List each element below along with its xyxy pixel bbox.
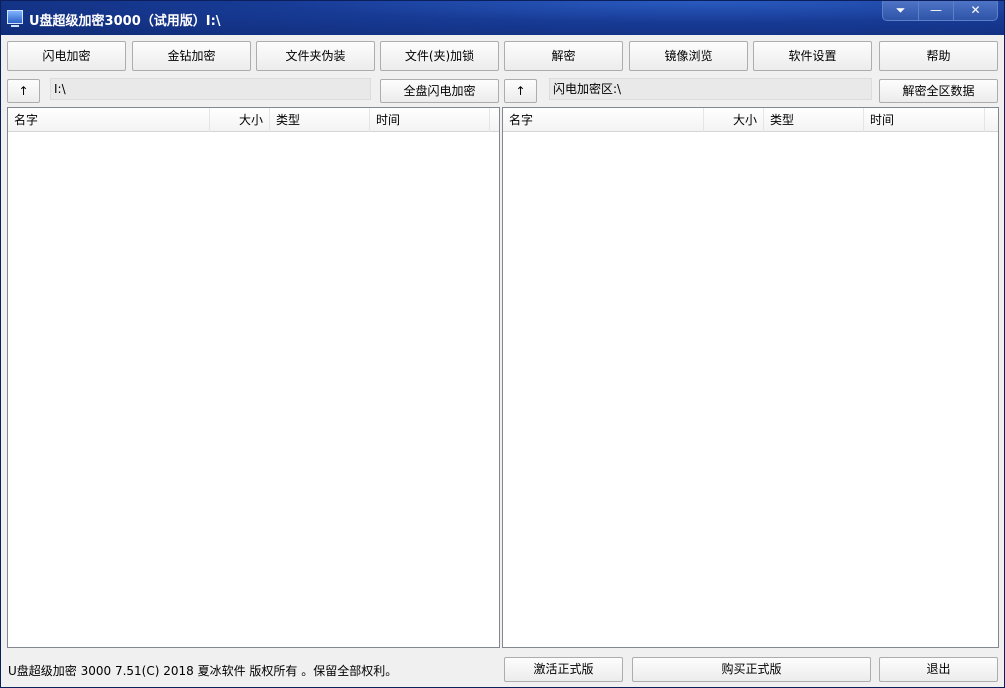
folder-disguise-button[interactable]: 文件夹伪装 [256, 41, 375, 71]
help-button[interactable]: 帮助 [879, 41, 998, 71]
column-time[interactable]: 时间 [370, 108, 490, 132]
client-area: 闪电加密 金钻加密 文件夹伪装 文件(夹)加锁 解密 镜像浏览 软件设置 帮助 … [2, 35, 1003, 687]
right-up-button[interactable]: ↑ [504, 79, 537, 103]
monitor-icon [7, 10, 23, 24]
activate-button[interactable]: 激活正式版 [504, 657, 623, 682]
column-type[interactable]: 类型 [764, 108, 864, 132]
menu-dropdown-button[interactable]: ⏷ [883, 1, 918, 20]
right-list-header: 名字 大小 类型 时间 [503, 108, 998, 132]
left-list-header: 名字 大小 类型 时间 [8, 108, 499, 132]
full-disk-flash-encrypt-button[interactable]: 全盘闪电加密 [380, 79, 499, 103]
column-size[interactable]: 大小 [704, 108, 764, 132]
title-bar[interactable]: U盘超级加密3000（试用版）I:\ ⏷ — ✕ [1, 1, 1004, 35]
close-button[interactable]: ✕ [953, 1, 997, 20]
left-file-list[interactable]: 名字 大小 类型 时间 [7, 107, 500, 648]
decrypt-all-data-button[interactable]: 解密全区数据 [879, 79, 998, 103]
left-up-button[interactable]: ↑ [7, 79, 40, 103]
column-size[interactable]: 大小 [210, 108, 270, 132]
flash-encrypt-button[interactable]: 闪电加密 [7, 41, 126, 71]
diamond-encrypt-button[interactable]: 金钻加密 [132, 41, 251, 71]
copyright-text: U盘超级加密 3000 7.51(C) 2018 夏冰软件 版权所有 。保留全部… [8, 662, 397, 679]
buy-button[interactable]: 购买正式版 [632, 657, 871, 682]
file-lock-button[interactable]: 文件(夹)加锁 [380, 41, 499, 71]
exit-button[interactable]: 退出 [879, 657, 998, 682]
window-title: U盘超级加密3000（试用版）I:\ [29, 10, 221, 29]
right-file-list[interactable]: 名字 大小 类型 时间 [502, 107, 999, 648]
column-name[interactable]: 名字 [8, 108, 210, 132]
column-time[interactable]: 时间 [864, 108, 985, 132]
app-window: U盘超级加密3000（试用版）I:\ ⏷ — ✕ 闪电加密 金钻加密 文件夹伪装… [0, 0, 1005, 688]
window-controls: ⏷ — ✕ [882, 1, 998, 21]
column-name[interactable]: 名字 [503, 108, 704, 132]
settings-button[interactable]: 软件设置 [753, 41, 872, 71]
right-path-field[interactable]: 闪电加密区:\ [549, 78, 872, 100]
column-type[interactable]: 类型 [270, 108, 370, 132]
image-browse-button[interactable]: 镜像浏览 [629, 41, 748, 71]
left-path-field[interactable]: I:\ [50, 78, 371, 100]
decrypt-button[interactable]: 解密 [504, 41, 623, 71]
minimize-button[interactable]: — [918, 1, 953, 20]
